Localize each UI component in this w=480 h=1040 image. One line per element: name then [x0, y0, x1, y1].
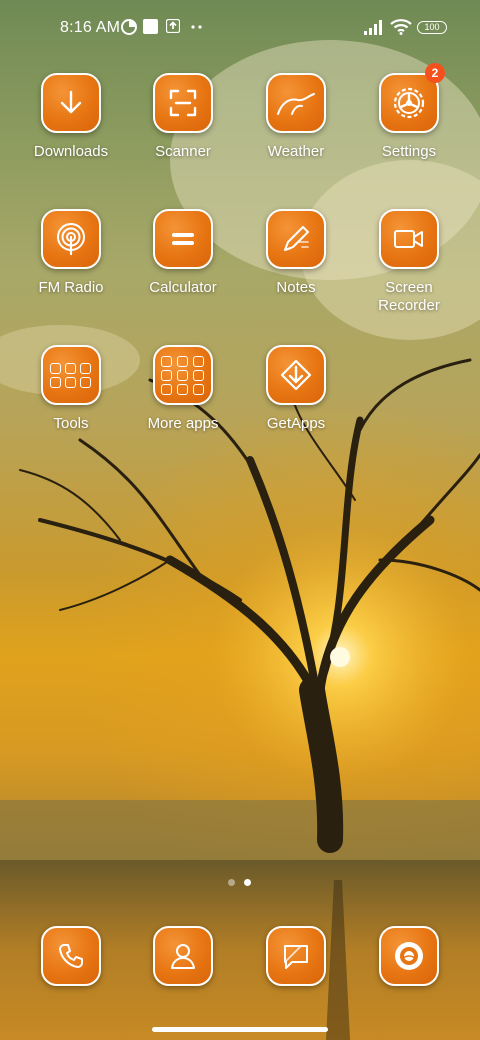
upload-notification-icon — [166, 19, 180, 33]
app-tile — [41, 345, 101, 405]
wifi-icon — [390, 19, 412, 35]
phone-icon — [59, 944, 83, 968]
mini-app-icon — [50, 376, 61, 388]
app-label: Tools — [53, 415, 89, 432]
gesture-home-bar[interactable] — [152, 1027, 328, 1032]
app-tile — [41, 926, 101, 986]
app-tile — [41, 209, 101, 269]
dock-messages[interactable] — [241, 926, 351, 986]
mini-app-icon — [176, 383, 188, 395]
mini-app-icon — [176, 355, 188, 367]
mini-app-icon — [80, 376, 91, 388]
app-label: Settings — [381, 143, 437, 160]
notification-badge: 2 — [425, 63, 445, 83]
mini-app-icon — [192, 383, 204, 395]
app-tile — [379, 209, 439, 269]
dock-contacts[interactable] — [128, 926, 238, 986]
app-settings[interactable]: 2 Settings — [354, 63, 464, 161]
folder-icon — [160, 355, 206, 395]
square-notification-icon — [143, 19, 158, 34]
app-tile — [266, 926, 326, 986]
app-label: FM Radio — [38, 279, 104, 296]
clock: 8:16 AM — [60, 19, 121, 36]
app-fm-radio[interactable]: FM Radio — [16, 209, 126, 297]
app-tile — [266, 209, 326, 269]
app-label: Weather — [267, 143, 325, 160]
app-tile — [41, 73, 101, 133]
app-label: Notes — [276, 279, 316, 296]
battery-icon: 100 — [417, 21, 447, 34]
radio-icon — [57, 223, 85, 256]
more-dots-icon — [191, 25, 202, 29]
app-label: Scanner — [155, 143, 211, 160]
app-label: Screen Recorder — [378, 279, 440, 314]
getapps-icon — [280, 359, 312, 391]
pencil-icon — [284, 226, 309, 251]
mini-app-icon — [65, 362, 76, 374]
mini-app-icon — [160, 355, 172, 367]
app-scanner[interactable]: Scanner — [128, 73, 238, 161]
camera-icon — [395, 942, 423, 970]
mini-app-icon — [65, 376, 76, 388]
mini-app-icon — [160, 369, 172, 381]
app-tile — [153, 345, 213, 405]
app-tile — [153, 73, 213, 133]
scanner-icon — [169, 89, 197, 117]
mini-app-icon — [80, 362, 91, 374]
folder-more-apps[interactable]: More apps — [128, 345, 238, 433]
app-tile — [266, 73, 326, 133]
app-getapps[interactable]: GetApps — [241, 345, 351, 433]
app-tile — [379, 926, 439, 986]
gear-icon — [393, 87, 425, 119]
mini-app-icon — [176, 369, 188, 381]
dock-camera[interactable] — [354, 926, 464, 986]
mini-app-icon — [192, 355, 204, 367]
mini-app-icon — [160, 383, 172, 395]
mini-app-icon — [192, 369, 204, 381]
video-camera-icon — [394, 230, 423, 248]
page-dot-active[interactable] — [244, 879, 251, 886]
app-tile — [266, 345, 326, 405]
app-downloads[interactable]: Downloads — [16, 73, 126, 161]
app-label: Calculator — [149, 279, 217, 296]
calculator-icon — [172, 233, 194, 245]
app-notes[interactable]: Notes — [241, 209, 351, 297]
app-tile — [153, 926, 213, 986]
app-tile: 2 — [379, 63, 445, 133]
app-label: More apps — [147, 415, 219, 432]
weather-icon — [277, 93, 315, 115]
status-bar: 8:16 AM 100 — [0, 0, 480, 56]
app-label: GetApps — [266, 415, 326, 432]
data-saver-icon — [121, 19, 137, 35]
battery-level: 100 — [424, 22, 440, 32]
page-dot[interactable] — [228, 879, 235, 886]
app-calculator[interactable]: Calculator — [128, 209, 238, 297]
app-weather[interactable]: Weather — [241, 73, 351, 161]
folder-icon — [50, 362, 92, 388]
folder-tools[interactable]: Tools — [16, 345, 126, 433]
signal-icon — [364, 20, 382, 35]
download-icon — [60, 90, 82, 114]
mini-app-icon — [50, 362, 61, 374]
app-label: Downloads — [33, 143, 109, 160]
dock-phone[interactable] — [16, 926, 126, 986]
contacts-icon — [171, 944, 195, 969]
app-screen-recorder[interactable]: Screen Recorder — [354, 209, 464, 315]
message-icon — [284, 945, 308, 969]
app-tile — [153, 209, 213, 269]
